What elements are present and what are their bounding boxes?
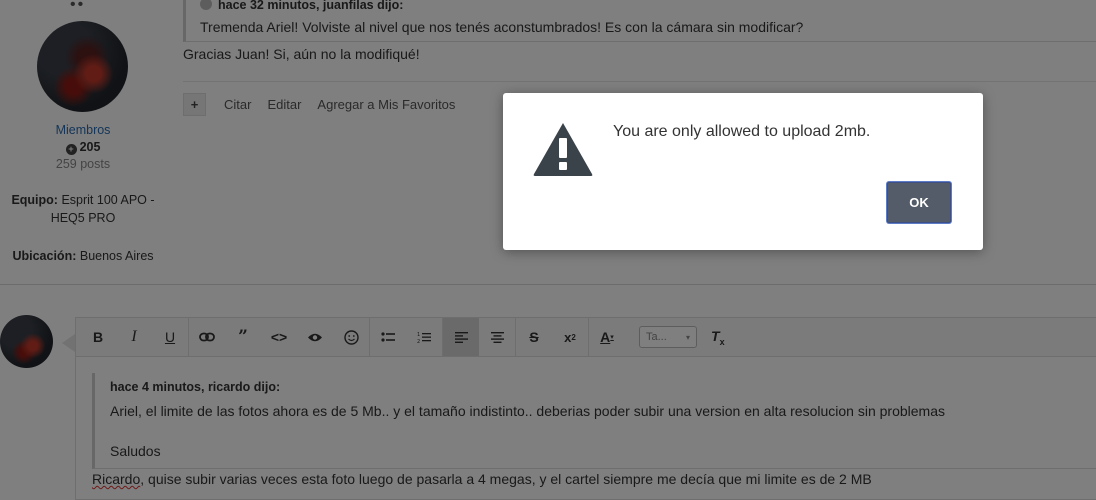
dialog-message: You are only allowed to upload 2mb. [613, 123, 871, 140]
modal-backdrop[interactable] [0, 0, 1096, 500]
warning-triangle-icon [533, 123, 593, 176]
upload-limit-dialog: You are only allowed to upload 2mb. OK [503, 93, 983, 250]
ok-button[interactable]: OK [887, 182, 951, 223]
